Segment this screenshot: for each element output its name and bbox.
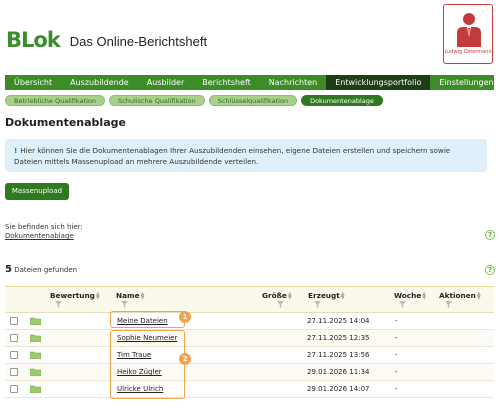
nav-item-auszubildende[interactable]: Auszubildende (61, 75, 138, 90)
column-woche[interactable]: Woche▲ ▼ (394, 291, 427, 301)
folder-icon[interactable] (30, 385, 41, 393)
documents-table: Bewertung▲ ▼ Name▲ ▼ Größe▲ ▼ Erzeugt▲ ▼ Woc… (5, 286, 494, 398)
filter-icon[interactable] (445, 301, 452, 308)
nav-item-uebersicht[interactable]: Übersicht (5, 75, 61, 90)
column-aktionen[interactable]: Aktionen▲ ▼ (439, 291, 481, 301)
table-row: Heiko Zügler 29.01.2026 11:34 - (5, 364, 494, 381)
breadcrumb-link[interactable]: Dokumentenablage (5, 232, 74, 240)
folder-icon[interactable] (30, 351, 41, 359)
row-created: 29.01.2026 14:07 (307, 385, 370, 393)
user-name: Ludwig Ostermann (444, 49, 492, 55)
row-week: - (395, 351, 398, 359)
row-checkbox[interactable] (10, 368, 18, 376)
main-navigation: Übersicht Auszubildende Ausbilder Berich… (5, 75, 494, 90)
row-name-link[interactable]: Tim Traue (117, 351, 151, 359)
result-count-number: 5 (5, 264, 12, 275)
folder-icon[interactable] (30, 368, 41, 376)
column-bewertung[interactable]: Bewertung▲ ▼ (50, 291, 100, 301)
column-erzeugt[interactable]: Erzeugt▲ ▼ (308, 291, 345, 301)
annotation-badge-2: 2 (179, 353, 191, 365)
sort-icon: ▲ ▼ (422, 291, 427, 301)
table-body: Meine Dateien 27.11.2025 14:04 - Sophie … (5, 313, 494, 398)
row-name-link[interactable]: Ulricke Ulrich (117, 385, 163, 393)
logo-title: Das Online-Berichtsheft (69, 33, 208, 49)
table-row: Sophie Neumeier 27.11.2025 12:35 - (5, 330, 494, 347)
mass-upload-button[interactable]: Massenupload (5, 183, 69, 200)
row-checkbox[interactable] (10, 334, 18, 342)
nav-item-einstellungen[interactable]: Einstellungen (430, 75, 500, 90)
nav-item-entwicklungsportfolio[interactable]: Entwicklungsportfolio (326, 75, 431, 90)
sort-icon: ▲ ▼ (287, 291, 292, 301)
info-text-line2: Dateien mittels Massenupload an mehrere … (14, 157, 259, 166)
sub-navigation: Betriebliche Qualifikation Schulische Qu… (5, 95, 383, 106)
user-avatar-icon (457, 13, 481, 47)
folder-icon[interactable] (30, 334, 41, 342)
info-box: ! Hier können Sie die Dokumentenablagen I… (5, 139, 487, 172)
result-count-label: Dateien gefunden (14, 266, 78, 274)
filter-icon[interactable] (277, 301, 284, 308)
filter-icon[interactable] (399, 301, 406, 308)
filter-icon[interactable] (121, 301, 128, 308)
logo-mark: BLok (6, 28, 61, 52)
row-name-link[interactable]: Meine Dateien (117, 317, 168, 325)
nav-item-berichtsheft[interactable]: Berichtsheft (193, 75, 260, 90)
filter-icon[interactable] (314, 301, 321, 308)
breadcrumb-label: Sie befinden sich hier: (5, 223, 83, 231)
table-header: Bewertung▲ ▼ Name▲ ▼ Größe▲ ▼ Erzeugt▲ ▼ Woc… (5, 287, 494, 313)
subnav-schluesselqualifikation[interactable]: Schlüsselqualifikation (208, 95, 298, 106)
page-title: Dokumentenablage (5, 116, 126, 129)
column-name[interactable]: Name▲ ▼ (116, 291, 145, 301)
nav-item-ausbilder[interactable]: Ausbilder (138, 75, 194, 90)
row-checkbox[interactable] (10, 317, 18, 325)
row-created: 29.01.2026 11:34 (307, 368, 370, 376)
row-name-link[interactable]: Heiko Zügler (117, 368, 162, 376)
help-icon-table[interactable]: ? (485, 265, 495, 275)
folder-icon[interactable] (30, 317, 41, 325)
row-name-link[interactable]: Sophie Neumeier (117, 334, 177, 342)
row-checkbox[interactable] (10, 351, 18, 359)
row-week: - (395, 317, 398, 325)
annotation-badge-1: 1 (179, 311, 191, 323)
filter-icon[interactable] (55, 301, 62, 308)
row-week: - (395, 385, 398, 393)
row-checkbox[interactable] (10, 385, 18, 393)
table-row: Tim Traue 27.11.2025 13:56 - (5, 347, 494, 364)
result-count: 5 Dateien gefunden (5, 264, 77, 275)
app-logo[interactable]: BLok Das Online-Berichtsheft (6, 28, 207, 52)
row-created: 27.11.2025 12:35 (307, 334, 370, 342)
subnav-betriebliche-qualifikation[interactable]: Betriebliche Qualifikation (5, 95, 105, 106)
sort-icon: ▲ ▼ (95, 291, 100, 301)
info-icon: ! (14, 146, 18, 155)
subnav-dokumentenablage[interactable]: Dokumentenablage (301, 95, 383, 106)
help-icon[interactable]: ? (485, 230, 495, 240)
column-groesse[interactable]: Größe▲ ▼ (262, 291, 292, 301)
user-profile-card[interactable]: Ludwig Ostermann (443, 4, 493, 64)
sort-icon: ▲ ▼ (140, 291, 145, 301)
nav-item-nachrichten[interactable]: Nachrichten (260, 75, 326, 90)
info-text-line1: Hier können Sie die Dokumentenablagen Ih… (20, 146, 451, 155)
table-row: Ulricke Ulrich 29.01.2026 14:07 - (5, 381, 494, 398)
row-week: - (395, 368, 398, 376)
table-row: Meine Dateien 27.11.2025 14:04 - (5, 313, 494, 330)
row-created: 27.11.2025 14:04 (307, 317, 370, 325)
sort-icon: ▲ ▼ (340, 291, 345, 301)
sort-icon: ▲ ▼ (476, 291, 481, 301)
row-created: 27.11.2025 13:56 (307, 351, 370, 359)
subnav-schulische-qualifikation[interactable]: Schulische Qualifikation (109, 95, 205, 106)
row-week: - (395, 334, 398, 342)
